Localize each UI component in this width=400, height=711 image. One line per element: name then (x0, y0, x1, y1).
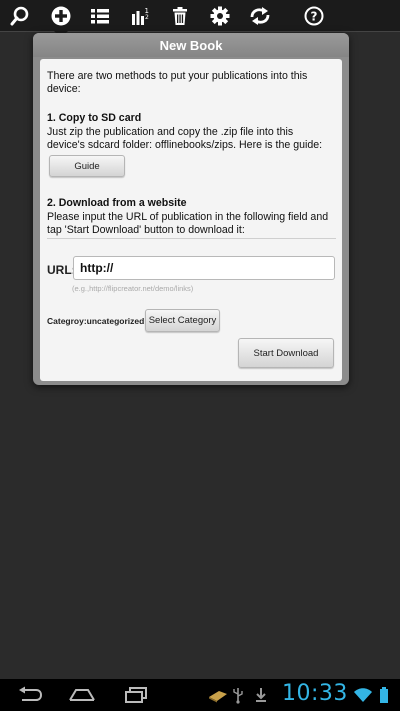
section1-text-line1: Just zip the publication and copy the .z… (47, 126, 294, 138)
intro-text-line1: There are two methods to put your public… (47, 70, 308, 82)
status-clock: 10:33 (282, 681, 348, 706)
url-hint: (e.g.,http://flipcreator.net/demo/links) (72, 284, 194, 293)
dialog-body: There are two methods to put your public… (40, 59, 342, 381)
help-icon[interactable]: ? (294, 0, 334, 32)
dialog-title: New Book (33, 33, 349, 57)
section1-text-line2: device's sdcard folder: offlinebooks/zip… (47, 139, 323, 151)
intro-text-line2: device: (47, 83, 81, 95)
top-toolbar: 12 ? (0, 0, 400, 32)
category-label: Categroy:uncategorized (47, 316, 145, 326)
guide-button[interactable]: Guide (49, 155, 125, 177)
delete-icon[interactable] (160, 0, 200, 32)
add-icon[interactable] (41, 0, 81, 32)
wifi-icon (352, 679, 374, 711)
section-divider (47, 238, 336, 239)
notification-book-icon (206, 679, 230, 711)
new-book-dialog: New Book There are two methods to put yo… (33, 33, 349, 385)
sync-icon[interactable] (240, 0, 280, 32)
svg-text:2: 2 (145, 14, 149, 21)
back-icon[interactable] (12, 679, 48, 711)
sort-icon[interactable]: 12 (120, 0, 160, 32)
section2-title: 2. Download from a website (47, 197, 187, 209)
list-icon[interactable] (80, 0, 120, 32)
usb-icon (230, 679, 246, 711)
system-nav-bar: 10:33 (0, 679, 400, 711)
section1-title: 1. Copy to SD card (47, 112, 142, 124)
url-input[interactable] (73, 256, 335, 280)
start-download-button[interactable]: Start Download (238, 338, 334, 368)
section2-text-line2: tap 'Start Download' button to download … (47, 224, 245, 236)
svg-text:?: ? (311, 10, 318, 24)
battery-icon (376, 679, 392, 711)
url-label: URL: (47, 263, 76, 277)
download-icon (252, 679, 270, 711)
search-icon[interactable] (0, 0, 40, 32)
select-category-button[interactable]: Select Category (145, 309, 220, 332)
recent-apps-icon[interactable] (118, 679, 154, 711)
section2-text-line1: Please input the URL of publication in t… (47, 211, 329, 223)
home-icon[interactable] (62, 679, 102, 711)
settings-icon[interactable] (200, 0, 240, 32)
